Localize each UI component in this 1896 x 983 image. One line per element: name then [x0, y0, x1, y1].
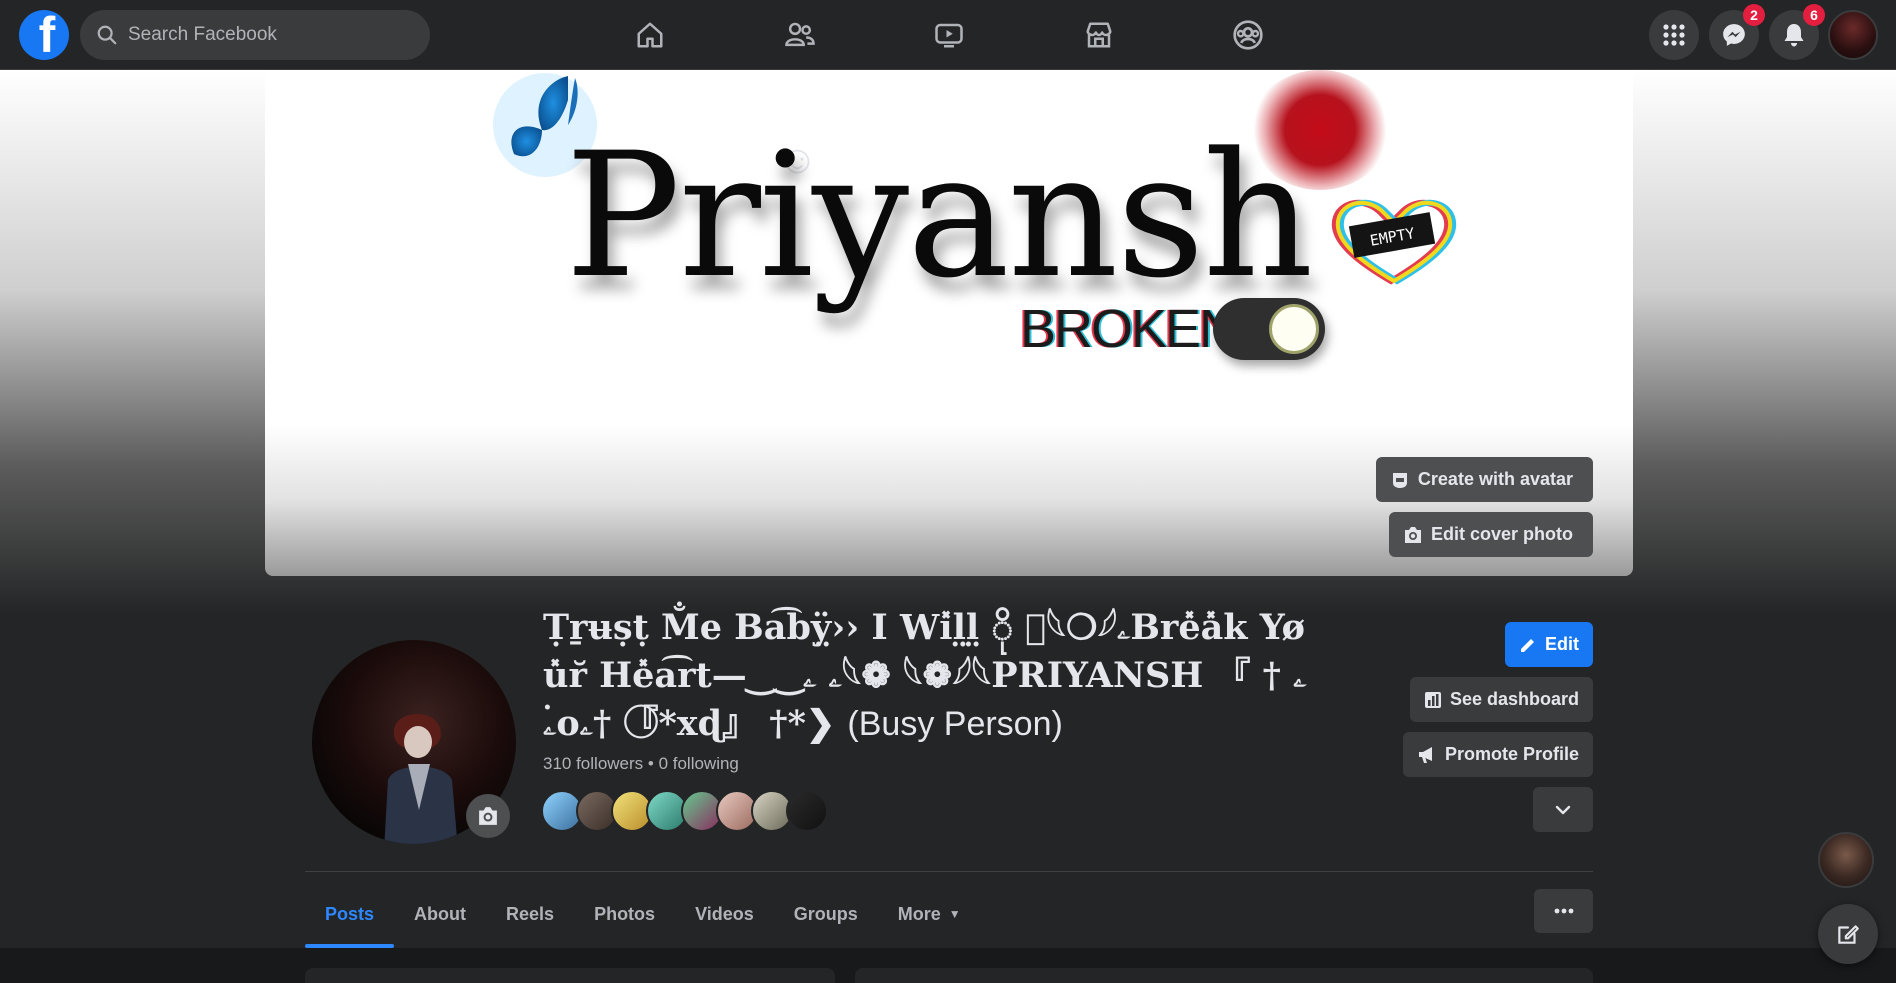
nav-groups[interactable] [1226, 13, 1270, 57]
grid-menu-icon [1663, 24, 1685, 46]
profile-name: Ṭṟʉṣṭ M̐e Ba͡bÿ̤›› I Wi̽l̤l̤ ို ‌ِ𓆩❍𓆪ۦBr… [543, 607, 1307, 744]
top-navigation-bar: f 2 6 [0, 0, 1896, 70]
menu-button[interactable] [1649, 10, 1699, 60]
camera-icon [1404, 526, 1421, 543]
search-icon [97, 25, 117, 45]
nav-home[interactable] [628, 13, 672, 57]
tab-posts[interactable]: Posts [305, 880, 395, 948]
marketplace-icon [1086, 22, 1112, 48]
follow-stats[interactable]: 310 followers • 0 following [543, 754, 739, 774]
notifications-badge: 6 [1803, 4, 1825, 26]
search-box[interactable] [80, 10, 430, 60]
tabs-divider [305, 871, 1593, 872]
profile-tabs: Posts About Reels Photos Videos Groups M… [305, 880, 981, 948]
cover-subtitle: BROKEN [1020, 299, 1238, 359]
post-composer-card [855, 968, 1593, 983]
messenger-icon [1723, 24, 1745, 46]
search-input[interactable] [128, 24, 398, 46]
friend-avatars[interactable] [541, 790, 828, 832]
edit-profile-button[interactable]: Edit [1505, 622, 1593, 667]
camera-icon [479, 807, 497, 825]
intro-card [305, 968, 835, 983]
friend-avatar[interactable] [786, 790, 828, 832]
profile-figure [384, 713, 458, 844]
toggle-decoration [1213, 298, 1325, 360]
friends-icon [785, 22, 815, 47]
compose-icon [1838, 925, 1859, 944]
avatar-icon [1392, 472, 1407, 488]
pencil-icon [1521, 638, 1534, 652]
messenger-badge: 2 [1743, 4, 1765, 26]
home-icon [637, 22, 663, 48]
tab-photos[interactable]: Photos [574, 880, 675, 948]
more-options-button[interactable] [1534, 889, 1593, 933]
profile-name-suffix: (Busy Person) [847, 705, 1063, 743]
caret-down-icon: ▼ [948, 907, 961, 921]
see-dashboard-button[interactable]: See dashboard [1409, 677, 1593, 722]
heart-decoration: EMPTY [1331, 200, 1457, 285]
chat-head-avatar[interactable] [1818, 832, 1874, 888]
groups-icon [1233, 20, 1263, 50]
dashboard-icon [1424, 691, 1441, 708]
tab-about[interactable]: About [394, 880, 486, 948]
create-with-avatar-button[interactable]: Create with avatar [1375, 457, 1593, 502]
facebook-logo[interactable]: f [19, 10, 69, 60]
ellipsis-icon [1554, 908, 1573, 914]
cover-photo[interactable]: ☺ Priyansh BROKEN EMPTY Create with avat… [265, 70, 1633, 576]
tab-groups[interactable]: Groups [774, 880, 878, 948]
account-avatar[interactable] [1828, 10, 1878, 60]
watch-icon [935, 23, 963, 48]
nav-watch[interactable] [927, 13, 971, 57]
nav-friends[interactable] [778, 13, 822, 57]
tab-more[interactable]: More ▼ [878, 880, 981, 948]
tab-videos[interactable]: Videos [675, 880, 774, 948]
chevron-down-icon [1555, 805, 1571, 814]
profile-more-dropdown[interactable] [1533, 787, 1593, 832]
megaphone-icon [1418, 746, 1432, 763]
new-message-button[interactable] [1818, 904, 1878, 964]
edit-cover-photo-button[interactable]: Edit cover photo [1388, 512, 1593, 557]
cover-title: Priyansh [565, 115, 1313, 316]
toggle-knob [1269, 304, 1319, 354]
promote-profile-button[interactable]: Promote Profile [1402, 732, 1593, 777]
nav-marketplace[interactable] [1077, 13, 1121, 57]
notifications-button[interactable]: 6 [1769, 4, 1825, 60]
update-profile-picture-button[interactable] [466, 794, 510, 838]
bell-icon [1784, 24, 1804, 47]
messenger-button[interactable]: 2 [1709, 4, 1765, 60]
tab-reels[interactable]: Reels [486, 880, 574, 948]
